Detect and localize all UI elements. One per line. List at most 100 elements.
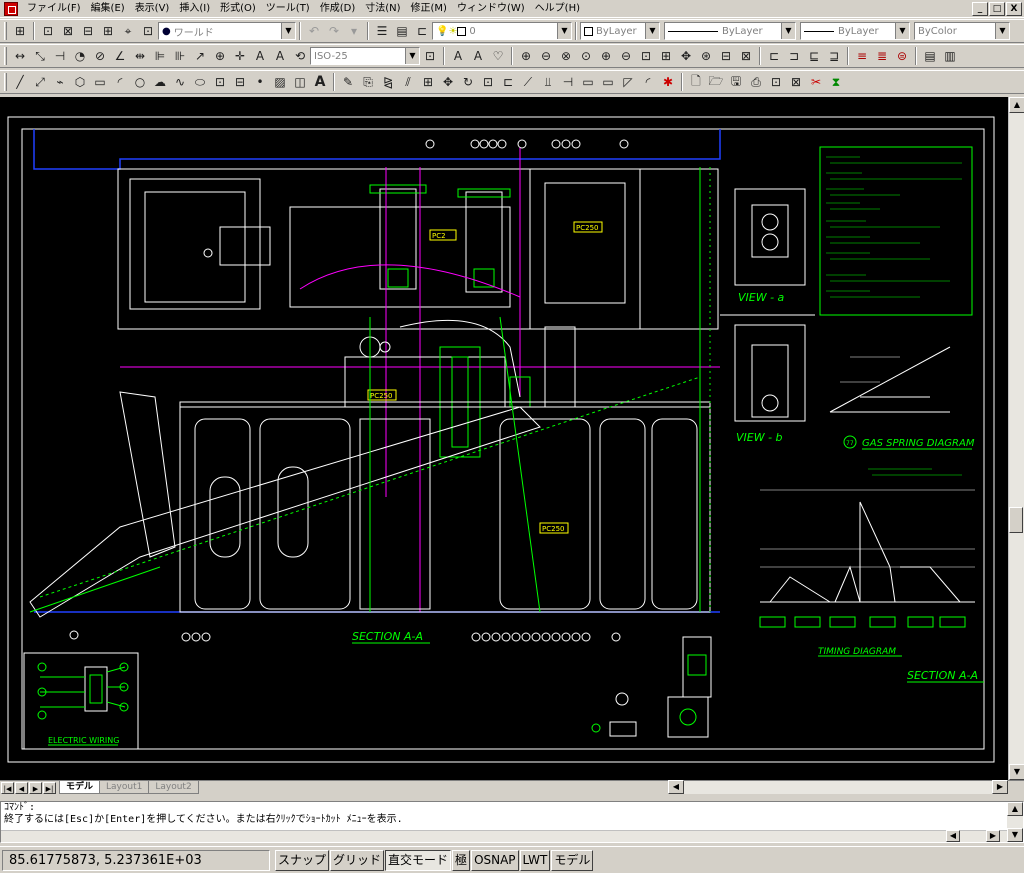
layers-icon[interactable]: ☰ — [372, 21, 392, 41]
menu-help[interactable]: ヘルプ(H) — [530, 1, 585, 17]
dim-linear-icon[interactable]: ↔ — [10, 46, 30, 66]
tab-prev-button[interactable]: ◀ — [15, 781, 28, 794]
ucs-origin-icon[interactable]: ⌖ — [118, 21, 138, 41]
ucs-object-icon[interactable]: ⊠ — [58, 21, 78, 41]
stretch-icon[interactable]: ⊏ — [498, 72, 518, 92]
coordinate-display[interactable]: 85.61775873, 5.237361E+03 — [2, 849, 270, 871]
menu-dimension[interactable]: 寸法(N) — [360, 1, 405, 17]
scroll-thumb[interactable] — [1009, 507, 1023, 533]
menu-insert[interactable]: 挿入(I) — [174, 1, 215, 17]
command-horizontal-scrollbar[interactable]: ◀ ▶ — [1, 830, 1007, 842]
scroll-left-button[interactable]: ◀ — [668, 780, 684, 794]
extend-icon[interactable]: ⊣ — [558, 72, 578, 92]
dim-angular-icon[interactable]: ∠ — [110, 46, 130, 66]
scroll-up-button[interactable]: ▲ — [1007, 802, 1023, 816]
toolbar-grip[interactable] — [4, 73, 7, 91]
properties-icon[interactable]: ▤ — [920, 46, 940, 66]
mirror-icon[interactable]: ⧎ — [378, 72, 398, 92]
print-icon[interactable]: ⎙ — [746, 72, 766, 92]
menu-draw[interactable]: 作成(D) — [315, 1, 361, 17]
plotstyle-combo[interactable]: ByColor ▼ — [914, 22, 1010, 40]
hourglass-icon[interactable]: ⧗ — [826, 72, 846, 92]
redo-dropdown-icon[interactable]: ▾ — [344, 21, 364, 41]
dim-text-edit-icon[interactable]: A — [270, 46, 290, 66]
tab-layout1[interactable]: Layout1 — [99, 781, 150, 794]
arc-icon[interactable]: ◜ — [110, 72, 130, 92]
ortho-toggle[interactable]: 直交モード — [385, 849, 452, 871]
undo-icon[interactable]: ↶ — [304, 21, 324, 41]
ucs-view-icon[interactable]: ⊞ — [98, 21, 118, 41]
restore-button[interactable]: □ — [989, 2, 1005, 16]
publish-icon[interactable]: ⊠ — [786, 72, 806, 92]
text-style-icon[interactable]: A — [468, 46, 488, 66]
copy-clip-icon[interactable]: ⊏ — [764, 46, 784, 66]
scroll-up-button[interactable]: ▲ — [1009, 97, 1024, 113]
paste-icon[interactable]: ⊐ — [784, 46, 804, 66]
trim-icon[interactable]: ⫫ — [538, 72, 558, 92]
block-icon[interactable]: ⊒ — [824, 46, 844, 66]
construction-line-icon[interactable]: ⤢ — [30, 72, 50, 92]
design-center-icon[interactable]: ▥ — [940, 46, 960, 66]
layer-combo[interactable]: 💡 ☀ 0 ▼ — [432, 22, 572, 40]
named-view-combo[interactable]: ● ワールド ▼ — [158, 22, 296, 40]
dim-quick-icon[interactable]: ⇹ — [130, 46, 150, 66]
layer-manager-icon[interactable]: ≡ — [852, 46, 872, 66]
drawing-horizontal-scrollbar[interactable]: ◀ ▶ — [668, 780, 1008, 794]
dimstyle-combo[interactable]: ISO-25 ▼ — [310, 47, 420, 65]
ucs-zaxis-icon[interactable]: ⊡ — [138, 21, 158, 41]
zoom-scale-icon[interactable]: ⊗ — [556, 46, 576, 66]
cut-icon[interactable]: ✂ — [806, 72, 826, 92]
menu-tools[interactable]: ツール(T) — [261, 1, 315, 17]
insert-block-icon[interactable]: ⊡ — [210, 72, 230, 92]
print-preview-icon[interactable]: ⊡ — [766, 72, 786, 92]
zoom-in-icon[interactable]: ⊕ — [596, 46, 616, 66]
dim-baseline-icon[interactable]: ⊫ — [150, 46, 170, 66]
mtext-icon[interactable]: A — [310, 72, 330, 92]
spline-icon[interactable]: ∿ — [170, 72, 190, 92]
point-icon[interactable]: • — [250, 72, 270, 92]
drawing-vertical-scrollbar[interactable]: ▲ ▼ — [1008, 97, 1024, 780]
toolbar-grip[interactable] — [4, 22, 7, 40]
scroll-left-button[interactable]: ◀ — [946, 830, 960, 842]
menu-edit[interactable]: 編集(E) — [86, 1, 130, 17]
zoom-all-icon[interactable]: ⊡ — [636, 46, 656, 66]
zoom-window-icon[interactable]: ⊕ — [516, 46, 536, 66]
snap-toggle[interactable]: スナップ — [275, 849, 330, 871]
tab-first-button[interactable]: |◀ — [1, 781, 14, 794]
dim-radius-icon[interactable]: ◔ — [70, 46, 90, 66]
dim-aligned-icon[interactable]: ⤡ — [30, 46, 50, 66]
circle-icon[interactable]: ○ — [130, 72, 150, 92]
zoom-dynamic-icon[interactable]: ⊖ — [536, 46, 556, 66]
linetype-combo[interactable]: ByLayer ▼ — [664, 22, 796, 40]
tab-last-button[interactable]: ▶| — [43, 781, 56, 794]
orbit-icon[interactable]: ⊛ — [696, 46, 716, 66]
dimstyle-icon[interactable]: ⊡ — [420, 46, 440, 66]
command-vertical-scrollbar[interactable]: ▲ ▼ — [1007, 802, 1023, 842]
pan-icon[interactable]: ✥ — [676, 46, 696, 66]
color-combo[interactable]: ByLayer ▼ — [580, 22, 660, 40]
ucs-world-icon[interactable]: ⊡ — [38, 21, 58, 41]
break-at-point-icon[interactable]: ▭ — [598, 72, 618, 92]
command-line-window[interactable]: ｺﾏﾝﾄﾞ: 終了するには[Esc]か[Enter]を押してください。または右ｸ… — [0, 801, 1024, 843]
center-mark-icon[interactable]: ✛ — [230, 46, 250, 66]
move-icon[interactable]: ✥ — [438, 72, 458, 92]
match-prop-icon[interactable]: ⊑ — [804, 46, 824, 66]
lengthen-icon[interactable]: ⟋ — [518, 72, 538, 92]
layer-lock-icon[interactable]: ⊜ — [892, 46, 912, 66]
menu-format[interactable]: 形式(O) — [215, 1, 261, 17]
zoom-extents-icon[interactable]: ⊞ — [656, 46, 676, 66]
camera-icon[interactable]: ⊠ — [736, 46, 756, 66]
dim-update-icon[interactable]: ⟲ — [290, 46, 310, 66]
grid-toggle[interactable]: グリッド — [330, 849, 385, 871]
erase-icon[interactable]: ✎ — [338, 72, 358, 92]
scroll-down-button[interactable]: ▼ — [1007, 828, 1023, 842]
new-file-icon[interactable]: 🗋 — [686, 72, 706, 92]
fillet-icon[interactable]: ◜ — [638, 72, 658, 92]
explode-icon[interactable]: ✱ — [658, 72, 678, 92]
tab-model[interactable]: モデル — [59, 781, 101, 794]
ucs-icon[interactable]: ⊞ — [10, 21, 30, 41]
open-file-icon[interactable]: 🗁 — [706, 72, 726, 92]
tab-next-button[interactable]: ▶ — [29, 781, 42, 794]
scroll-right-button[interactable]: ▶ — [992, 780, 1008, 794]
close-button[interactable]: X — [1006, 2, 1022, 16]
